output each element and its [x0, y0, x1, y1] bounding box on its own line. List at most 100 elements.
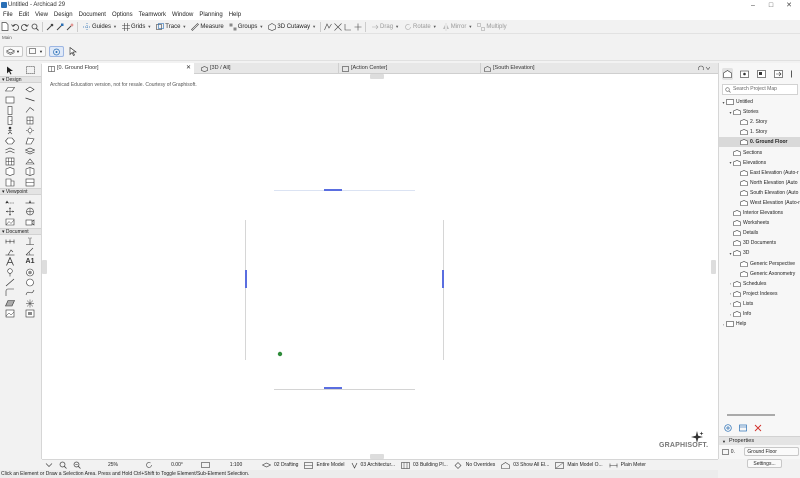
mirror-button[interactable]: Mirror ▼	[439, 21, 475, 33]
new-file-icon[interactable]	[0, 22, 10, 32]
camera-tool-icon[interactable]	[20, 217, 40, 227]
shell-tool-icon[interactable]	[20, 146, 40, 156]
roof-tool-icon[interactable]	[20, 105, 40, 115]
slab-tool-icon[interactable]	[20, 95, 40, 105]
marquee-tool-icon[interactable]	[20, 65, 40, 75]
morph-tool-icon[interactable]	[0, 167, 20, 177]
tab-action-center[interactable]: [Action Center]	[338, 63, 480, 74]
tree-node[interactable]: ▾ Stories	[719, 107, 800, 117]
tree-node[interactable]: Interior Elevations	[719, 208, 800, 218]
menu-window[interactable]: Window	[169, 11, 196, 20]
rotate-button[interactable]: Rotate ▼	[401, 21, 439, 33]
menu-edit[interactable]: Edit	[16, 11, 32, 20]
view-angle-field[interactable]: 0.00°	[156, 460, 198, 471]
project-map-search-input[interactable]: Search Project Map	[722, 84, 798, 95]
fill-tool-icon[interactable]	[0, 298, 20, 308]
tab-3d-all[interactable]: [3D / All]	[198, 63, 338, 74]
drawing-tool-icon[interactable]	[20, 308, 40, 318]
document-section-header[interactable]: ▾ Document	[0, 228, 41, 236]
wall-tool-icon[interactable]	[0, 84, 20, 94]
magic-wand-icon[interactable]	[65, 22, 75, 32]
interior-elevation-tool-icon[interactable]	[0, 207, 20, 217]
beam-element-icon[interactable]	[0, 177, 20, 187]
view-settings-icon[interactable]	[738, 423, 748, 433]
model-view-selector[interactable]: Entire Model	[301, 460, 347, 471]
layer-combination-selector[interactable]: 02 Drafting	[259, 460, 301, 471]
tree-node[interactable]: › Project Indexes	[719, 289, 800, 299]
polyline-tool-icon[interactable]	[0, 288, 20, 298]
stair-tool-icon[interactable]	[0, 105, 20, 115]
multiply-button[interactable]: Multiply	[474, 21, 508, 33]
zone-tool-icon[interactable]	[0, 136, 20, 146]
close-tab-icon[interactable]: ✕	[186, 63, 191, 74]
viewpoint-section-header[interactable]: ▾ Viewpoint	[0, 188, 41, 196]
arrow-tool-icon[interactable]	[0, 65, 20, 75]
door-tool-icon[interactable]	[0, 115, 20, 125]
tree-node[interactable]: 1. Story	[719, 127, 800, 137]
rotate-view-button[interactable]	[142, 460, 156, 471]
menu-planning[interactable]: Planning	[196, 11, 225, 20]
marker-tool-icon[interactable]	[0, 267, 20, 277]
pen-set-selector[interactable]: 03 Architectur...	[348, 460, 398, 471]
tab-ground-floor[interactable]: [0. Ground Floor] ✕	[42, 63, 194, 74]
tree-node[interactable]: ▾ 3D	[719, 248, 800, 258]
eyedropper-icon[interactable]	[45, 22, 55, 32]
properties-header[interactable]: ▼ Properties	[719, 436, 800, 445]
model-view-options-selector[interactable]: 03 Building Pl...	[398, 460, 451, 471]
offset-icon[interactable]	[323, 22, 333, 32]
measure-button[interactable]: Measure	[188, 21, 225, 33]
renovation-filter-selector[interactable]: 03 Show All El...	[498, 460, 552, 471]
structural-function-selector[interactable]: Main Model O...	[552, 460, 605, 471]
tab-overflow-menu[interactable]	[698, 63, 716, 74]
menu-design[interactable]: Design	[51, 11, 76, 20]
beam-tool-icon[interactable]	[0, 95, 20, 105]
zoom-in-icon[interactable]	[30, 22, 40, 32]
add-view-icon[interactable]	[723, 423, 733, 433]
line-tool-icon[interactable]	[0, 277, 20, 287]
menu-options[interactable]: Options	[109, 11, 136, 20]
layout-book-icon[interactable]	[756, 68, 767, 80]
groups-dropdown[interactable]: Groups ▼	[226, 21, 266, 33]
design-section-header[interactable]: ▾ Design	[0, 76, 41, 84]
level-dimension-tool-icon[interactable]	[20, 236, 40, 246]
figure-tool-icon[interactable]	[0, 308, 20, 318]
syringe-icon[interactable]	[55, 22, 65, 32]
settings-button[interactable]: Settings...	[747, 459, 782, 468]
detail-tool-icon[interactable]	[0, 217, 20, 227]
curtain-wall-tool-icon[interactable]	[0, 156, 20, 166]
zoom-out-button[interactable]	[42, 460, 56, 471]
menu-view[interactable]: View	[32, 11, 51, 20]
arrow-tool-button[interactable]	[67, 46, 79, 57]
tree-node[interactable]: Generic Perspective	[719, 259, 800, 269]
geometry-method-button[interactable]	[48, 46, 64, 57]
tree-node[interactable]: West Elevation (Auto-r	[719, 198, 800, 208]
tree-node[interactable]: › Help	[719, 319, 800, 329]
panel-tool-icon[interactable]	[20, 177, 40, 187]
selection-method-selector[interactable]: ▼	[25, 46, 46, 57]
tree-node[interactable]: ▾ Elevations	[719, 158, 800, 168]
tree-node[interactable]: Worksheets	[719, 218, 800, 228]
publisher-sets-icon[interactable]	[773, 68, 784, 80]
undo-icon[interactable]	[10, 22, 20, 32]
circle-tool-icon[interactable]	[20, 277, 40, 287]
object-tool-icon[interactable]	[0, 125, 20, 135]
floor-plan-canvas[interactable]: Archicad Education version, not for resa…	[42, 74, 718, 459]
tree-node[interactable]: › Lists	[719, 299, 800, 309]
angle-dimension-tool-icon[interactable]	[20, 246, 40, 256]
mesh-tool-icon[interactable]	[20, 136, 40, 146]
intersect-icon[interactable]	[333, 22, 343, 32]
tree-node[interactable]: ▾ Untitled	[719, 97, 800, 107]
panel-splitter[interactable]	[727, 414, 775, 416]
trace-dropdown[interactable]: Trace ▼	[153, 21, 188, 33]
text-tool-icon[interactable]	[0, 257, 20, 267]
lamp-tool-icon[interactable]	[20, 125, 40, 135]
maximize-button[interactable]: □	[766, 1, 776, 10]
menu-help[interactable]: Help	[226, 11, 244, 20]
tree-node[interactable]: Details	[719, 228, 800, 238]
change-tool-icon[interactable]	[20, 267, 40, 277]
organizer-icon[interactable]	[790, 68, 800, 80]
delete-icon[interactable]	[753, 423, 763, 433]
scale-field[interactable]: 1:100	[213, 460, 259, 471]
tree-node[interactable]: 0. Ground Floor	[719, 137, 800, 148]
layer-selector[interactable]: ▼	[3, 46, 23, 57]
